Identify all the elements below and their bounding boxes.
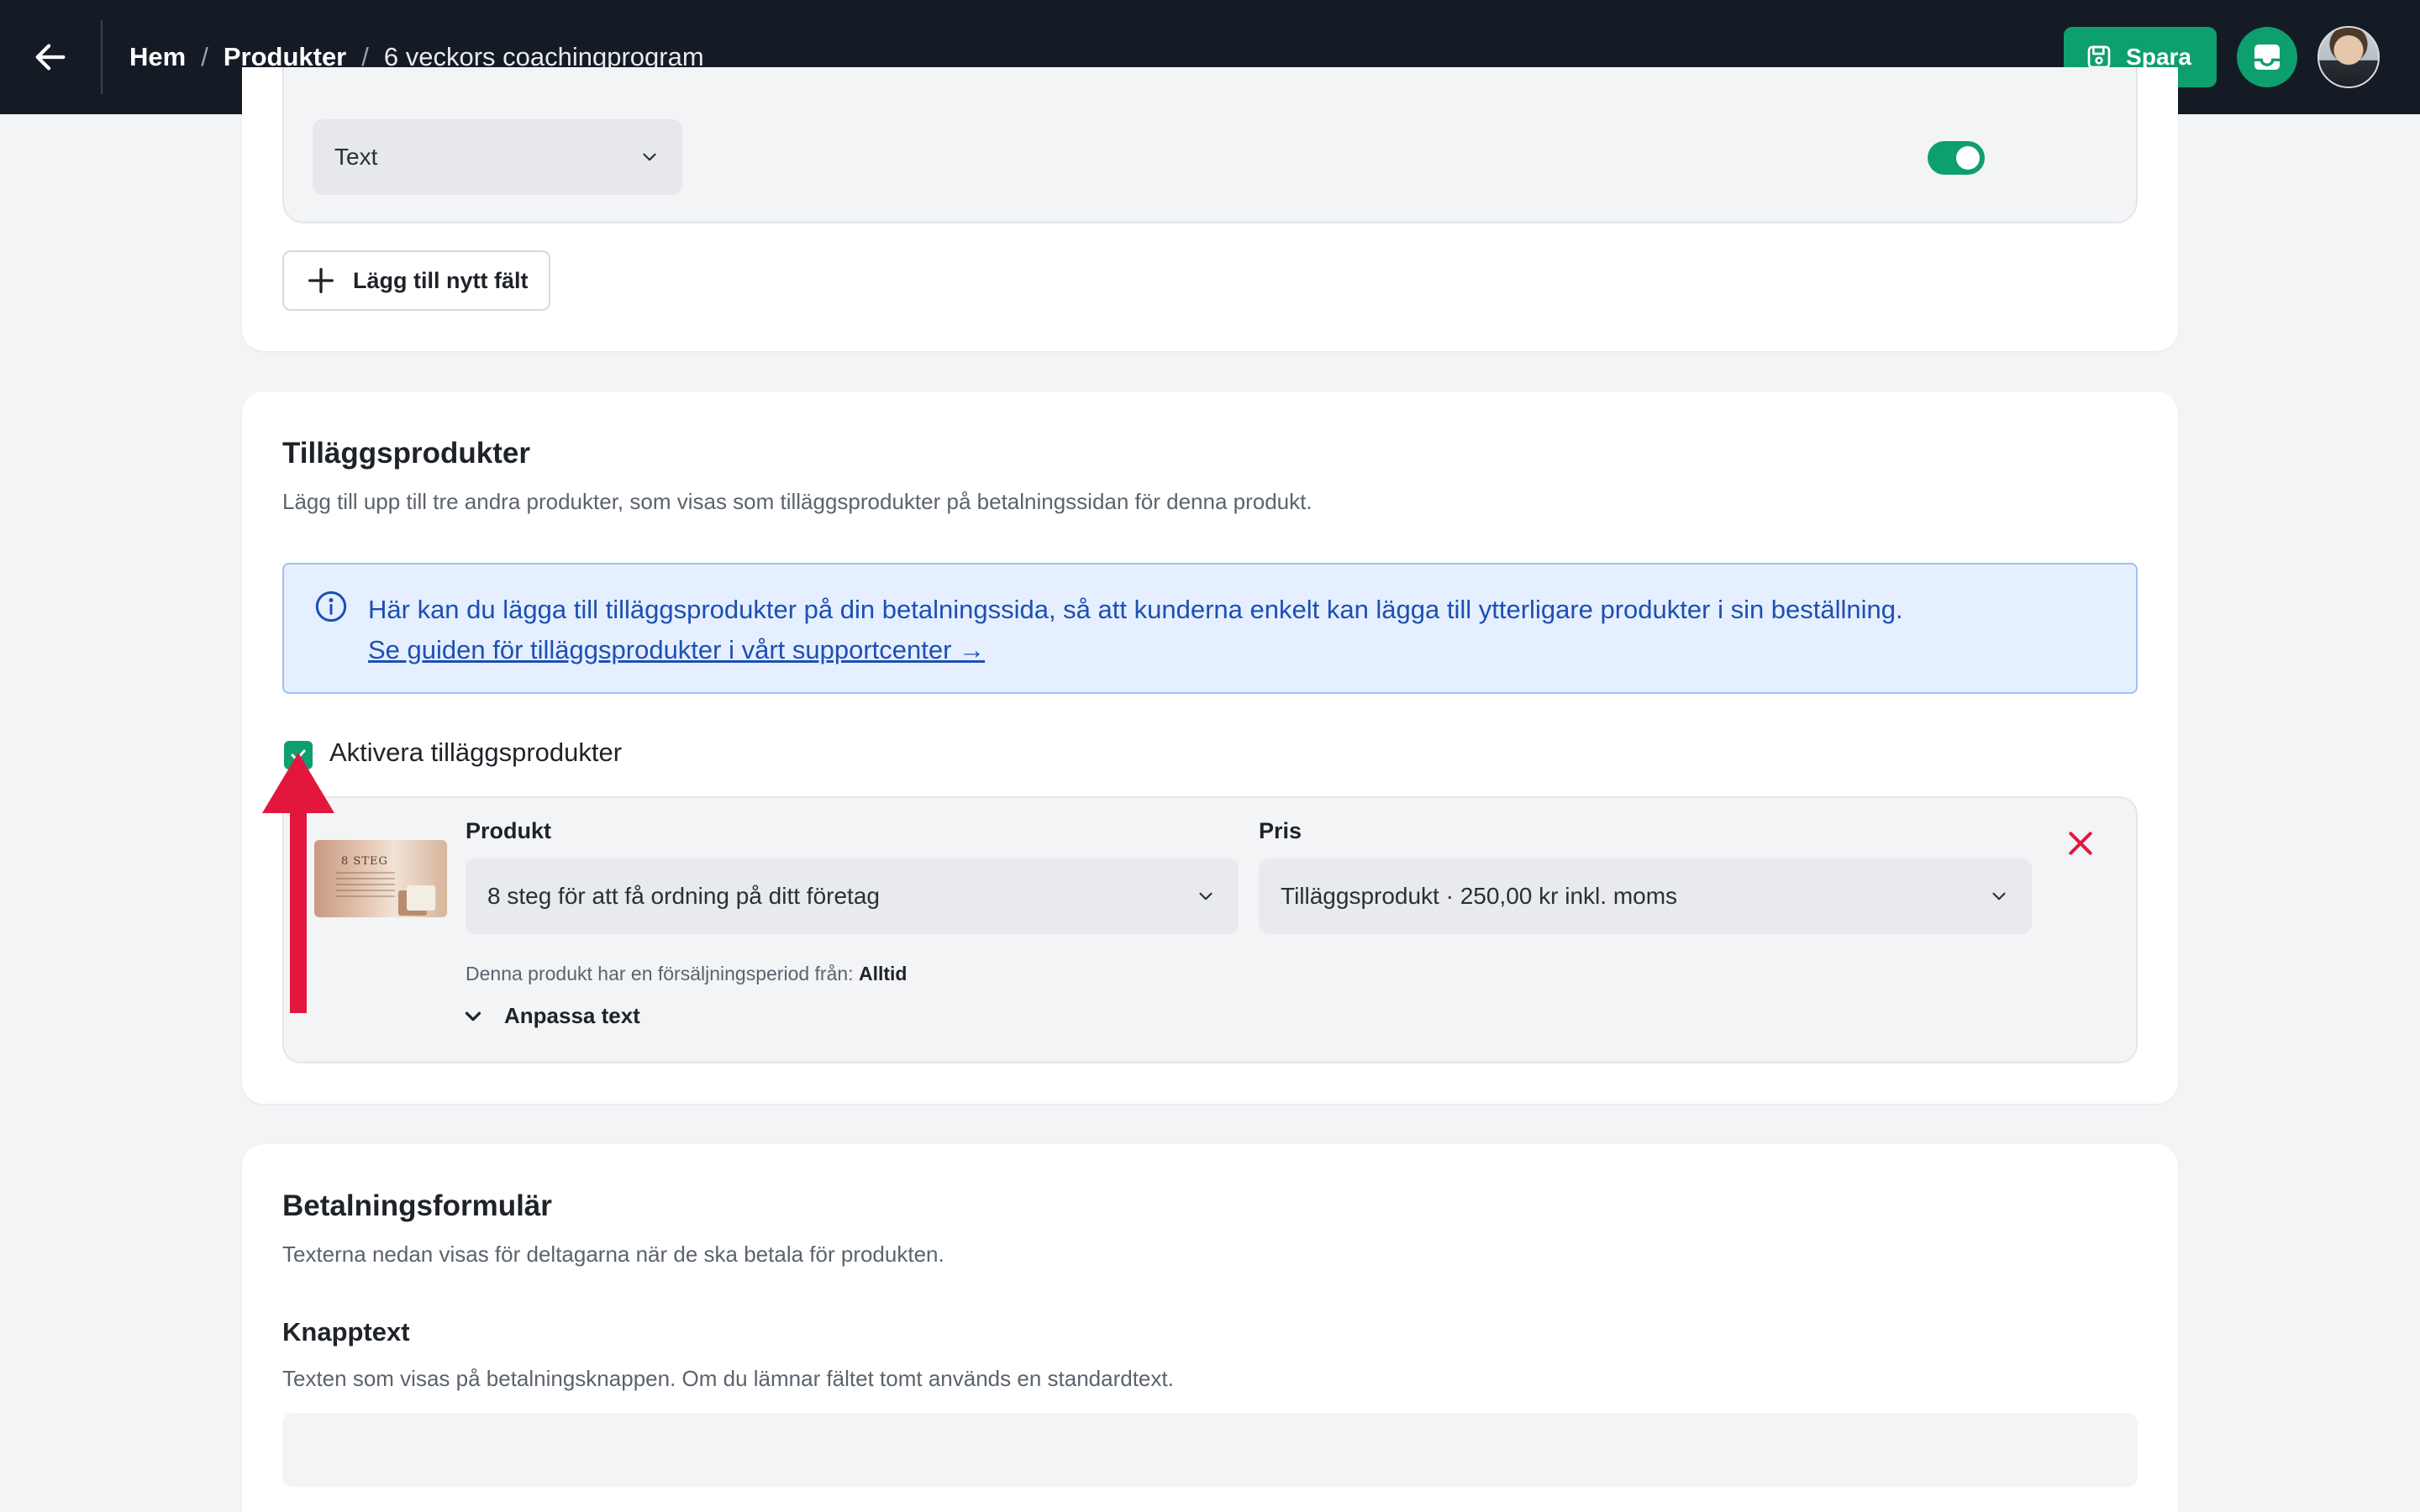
button-text-description: Texten som visas på betalningsknappen. O… (282, 1366, 1174, 1391)
thumbnail-text-lines (336, 872, 395, 897)
chevron-down-icon (1199, 892, 1213, 900)
product-select[interactable]: 8 steg för att få ordning på ditt företa… (466, 858, 1239, 934)
payment-form-card: Betalningsformulär Texterna nedan visas … (242, 1144, 2178, 1512)
price-select[interactable]: Tilläggsprodukt · 250,00 kr inkl. moms (1259, 858, 2032, 934)
field-type-value: Text (334, 144, 378, 170)
breadcrumb-home[interactable]: Hem (129, 42, 186, 72)
back-button[interactable] (0, 0, 101, 114)
breadcrumb-separator: / (201, 42, 208, 71)
price-label: Pris (1259, 818, 1302, 843)
required-toggle[interactable] (1928, 141, 1985, 175)
payment-form-description: Texterna nedan visas för deltagarna när … (282, 1242, 944, 1267)
button-text-input[interactable] (282, 1413, 2138, 1487)
addons-description: Lägg till upp till tre andra produkter, … (282, 489, 1313, 514)
chevron-down-icon (643, 153, 656, 161)
enable-addons-label[interactable]: Aktivera tilläggsprodukter (329, 738, 622, 768)
chevron-down-icon (1992, 892, 2006, 900)
product-label: Produkt (466, 818, 552, 843)
payment-form-title: Betalningsformulär (282, 1189, 552, 1222)
sale-period-prefix: Denna produkt har en försäljningsperiod … (466, 963, 854, 984)
addon-product-item: 8 STEG Produkt 8 steg för att få ordning… (282, 796, 2138, 1063)
inbox-button[interactable] (2237, 27, 2297, 87)
chevron-down-icon (465, 1011, 481, 1021)
support-guide-link[interactable]: Se guiden för tilläggsprodukter i vårt s… (368, 630, 985, 670)
plus-icon (308, 268, 334, 293)
addon-products-card: Tilläggsprodukter Lägg till upp till tre… (242, 391, 2178, 1104)
custom-field-row: Text (282, 67, 2138, 223)
inbox-icon (2254, 45, 2280, 70)
addons-info-text: Här kan du lägga till tilläggsprodukter … (368, 595, 1903, 624)
info-icon (315, 591, 347, 622)
add-field-label: Lägg till nytt fält (353, 267, 529, 293)
customize-text-toggle[interactable]: Anpassa text (460, 1003, 640, 1029)
add-field-button[interactable]: Lägg till nytt fält (282, 250, 550, 311)
thumbnail-title: 8 STEG (341, 855, 388, 868)
sale-period-value: Alltid (858, 963, 908, 984)
button-text-title: Knapptext (282, 1317, 410, 1347)
annotation-arrow-icon (262, 753, 334, 1013)
customize-text-label: Anpassa text (504, 1003, 640, 1028)
addons-title: Tilläggsprodukter (282, 437, 530, 470)
custom-fields-card: Text Lägg till nytt fält (242, 67, 2178, 351)
close-icon[interactable] (2064, 827, 2097, 860)
topbar-divider (101, 20, 103, 94)
user-avatar[interactable] (2317, 26, 2380, 88)
sale-period-note: Denna produkt har en försäljningsperiod … (466, 963, 907, 985)
product-select-value: 8 steg för att få ordning på ditt företa… (487, 883, 880, 909)
field-type-select[interactable]: Text (313, 119, 682, 195)
toggle-knob (1956, 146, 1980, 170)
price-select-value: Tilläggsprodukt · 250,00 kr inkl. moms (1281, 883, 1678, 909)
thumbnail-object (407, 885, 435, 911)
addons-info-box: Här kan du lägga till tilläggsprodukter … (282, 563, 2138, 694)
arrow-left-icon (35, 44, 66, 71)
